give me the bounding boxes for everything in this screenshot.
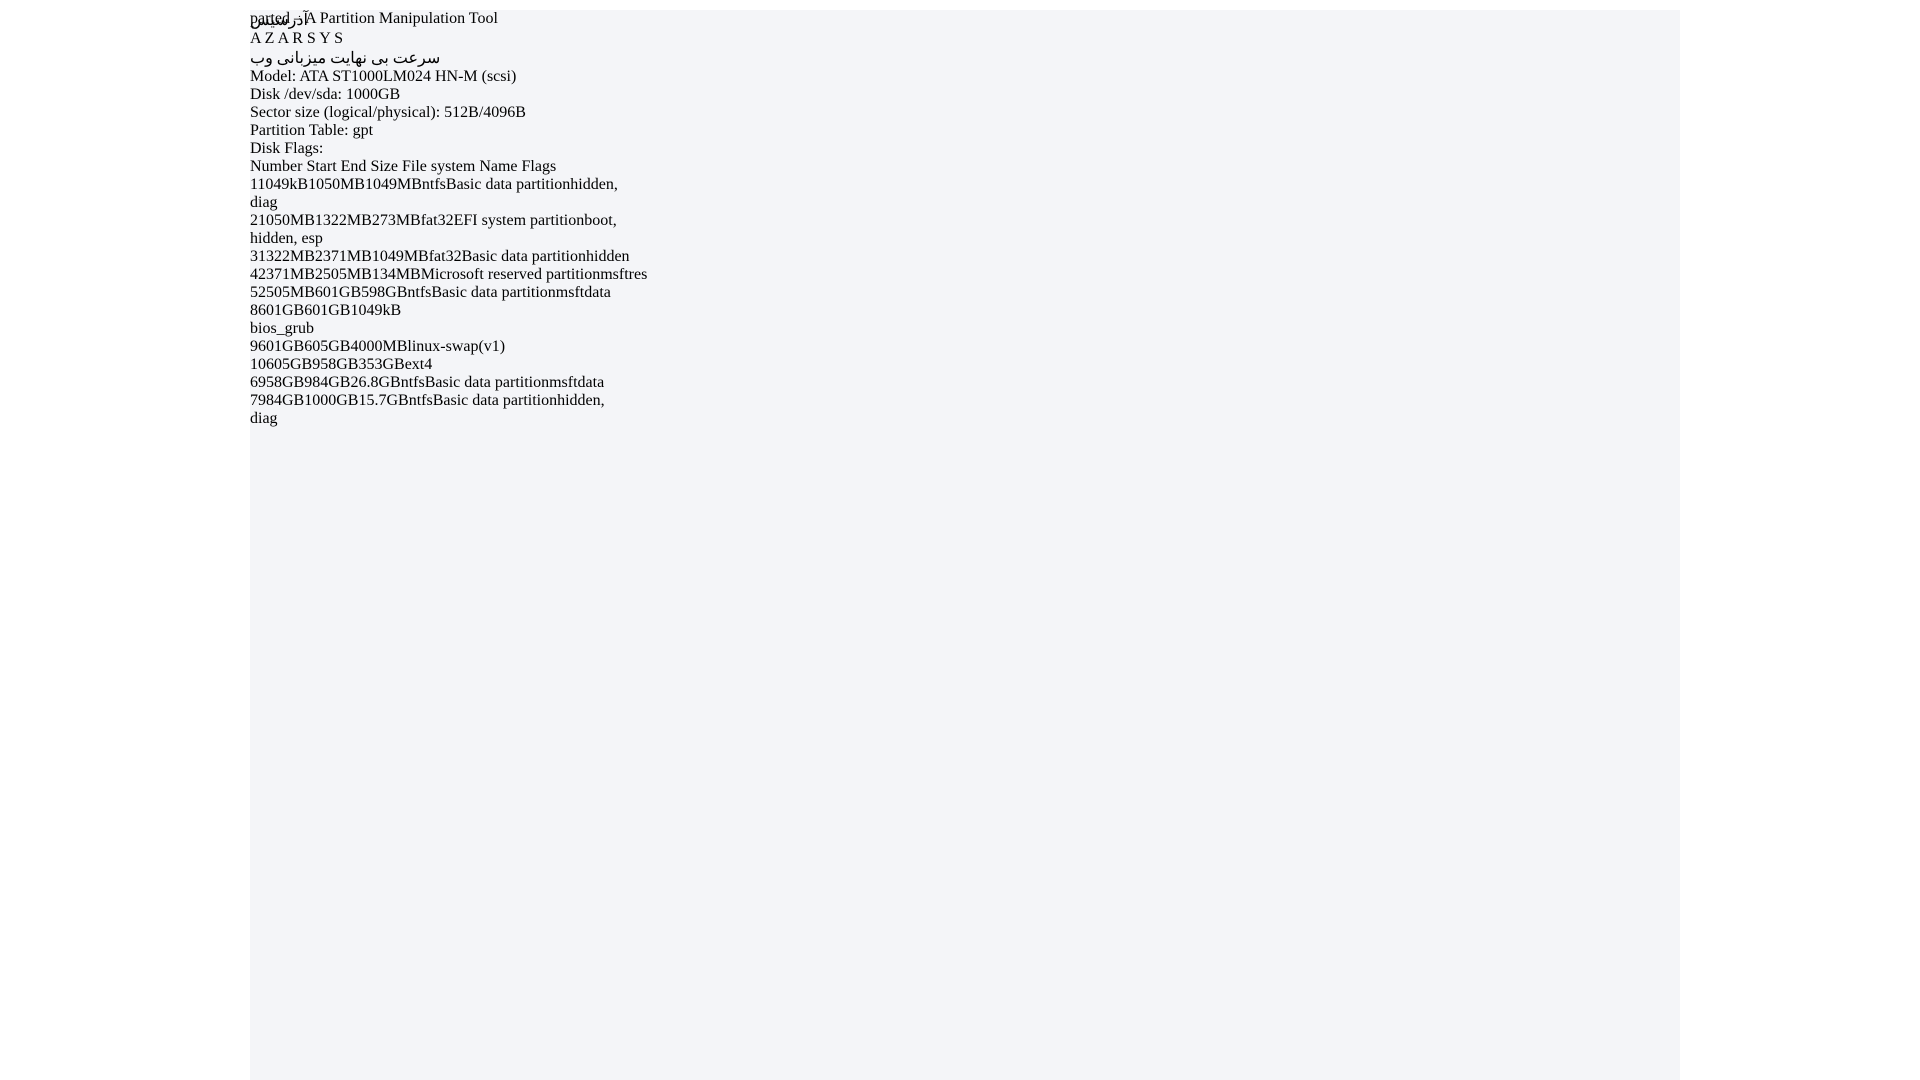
partition-size: 134MB: [371, 266, 421, 283]
partition-number: 6: [250, 374, 258, 391]
partition-flags: msftdata: [555, 284, 611, 301]
partition-flags: hidden,: [557, 392, 605, 409]
app-window: parted – A Partition Manipulation Tool آ…: [250, 10, 1680, 1080]
table-row: 10605GB958GB353GBext4: [250, 356, 1680, 374]
partition-file-system: ext4: [404, 356, 433, 373]
partition-start: 984GB: [258, 392, 305, 409]
partition-size: 15.7GB: [358, 392, 409, 409]
partition-start: 601GB: [258, 338, 305, 355]
partition-end: 605GB: [304, 338, 351, 355]
partition-number: 5: [250, 284, 258, 301]
partition-start: 605GB: [266, 356, 313, 373]
partition-number: 7: [250, 392, 258, 409]
table-header-row: Number Start End Size File system Name F…: [250, 158, 1680, 176]
partition-file-system: ntfs: [408, 392, 433, 409]
disk-model-line: Model: ATA ST1000LM024 HN-M (scsi): [250, 68, 517, 85]
table-row: 9601GB605GB4000MBlinux-swap(v1): [250, 338, 1680, 356]
partition-name: Basic data partition: [461, 248, 586, 265]
partition-file-system: ntfs: [421, 176, 446, 193]
partition-size: 273MB: [371, 212, 421, 229]
table-row: 42371MB2505MB134MBMicrosoft reserved par…: [250, 266, 1680, 284]
table-row: 6958GB984GB26.8GBntfsBasic data partitio…: [250, 374, 1680, 392]
table-row-wrapped-flags: hidden, esp: [250, 230, 323, 247]
partition-file-system: fat32: [428, 248, 462, 265]
partition-number: 8: [250, 302, 258, 319]
table-row: 21050MB1322MB273MBfat32EFI system partit…: [250, 212, 1680, 230]
partition-name: Microsoft reserved partition: [420, 266, 601, 283]
partition-end: 601GB: [314, 284, 362, 301]
table-row-wrapped-flags: bios_grub: [250, 320, 314, 337]
disk-path-line: Disk /dev/sda: 1000GB: [250, 86, 401, 103]
partition-size: 1049kB: [350, 302, 402, 319]
partition-flags: boot,: [584, 212, 617, 229]
sector-size-line: Sector size (logical/physical): 512B/409…: [250, 104, 526, 121]
table-row-wrapped-flags: diag: [250, 410, 278, 427]
partition-number: 10: [250, 356, 266, 373]
partition-name: Basic data partition: [424, 374, 550, 391]
partition-file-system: ntfs: [400, 374, 425, 391]
partition-flags: msftres: [600, 266, 648, 283]
partition-start: 1322MB: [258, 248, 315, 265]
header-file-system: File system: [401, 158, 476, 175]
partition-end: 984GB: [304, 374, 351, 391]
partition-start: 1050MB: [258, 212, 315, 229]
partition-file-system: ntfs: [407, 284, 432, 301]
partition-end: 1050MB: [308, 176, 365, 193]
partition-file-system: fat32: [420, 212, 454, 229]
table-row: 52505MB601GB598GBntfsBasic data partitio…: [250, 284, 1680, 302]
partition-start: 601GB: [258, 302, 305, 319]
partition-start: 2505MB: [258, 284, 315, 301]
partition-number: 3: [250, 248, 258, 265]
partition-start: 1049kB: [257, 176, 309, 193]
partition-name: Basic data partition: [432, 392, 558, 409]
table-row-wrapped-flags: diag: [250, 194, 278, 211]
partition-end: 958GB: [312, 356, 359, 373]
partition-number: 4: [250, 266, 258, 283]
partition-end: 2371MB: [314, 248, 372, 265]
partition-table-body: 11049kB1050MB1049MBntfsBasic data partit…: [250, 176, 1680, 428]
header-name: Name: [479, 158, 518, 175]
partition-name: Basic data partition: [445, 176, 571, 193]
header-flags: Flags: [521, 158, 557, 175]
partition-end: 1000GB: [304, 392, 359, 409]
partition-name: EFI system partition: [453, 212, 585, 229]
watermark-persian-tagline: سرعت بی نهایت میزبانی وب: [250, 50, 441, 67]
partition-number: 9: [250, 338, 258, 355]
partition-end: 601GB: [304, 302, 351, 319]
partition-size: 598GB: [361, 284, 408, 301]
partition-size: 353GB: [358, 356, 405, 373]
partition-flags: hidden,: [570, 176, 618, 193]
partition-size: 1049MB: [371, 248, 429, 265]
window-title: parted – A Partition Manipulation Tool: [250, 10, 498, 27]
title-bar: parted – A Partition Manipulation Tool: [250, 10, 1680, 28]
table-row: 11049kB1050MB1049MBntfsBasic data partit…: [250, 176, 1680, 194]
disk-info-block: Model: ATA ST1000LM024 HN-M (scsi) Disk …: [250, 68, 1680, 158]
partition-number: 2: [250, 212, 258, 229]
header-end: End: [340, 158, 367, 175]
partition-size: 26.8GB: [350, 374, 401, 391]
partition-name: Basic data partition: [431, 284, 556, 301]
partition-size: 4000MB: [350, 338, 408, 355]
partition-file-system: linux-swap(v1): [407, 338, 506, 355]
watermark-latin-text: A Z A R S Y S: [250, 30, 344, 47]
terminal-output: آذرسیس A Z A R S Y S سرعت بی نهایت میزبا…: [250, 10, 1680, 428]
table-row: 8601GB601GB1049kB: [250, 302, 1680, 320]
partition-flags: msftdata: [549, 374, 605, 391]
header-number: Number: [250, 158, 303, 175]
partition-flags: hidden: [586, 248, 630, 265]
table-row: 7984GB1000GB15.7GBntfsBasic data partiti…: [250, 392, 1680, 410]
header-size: Size: [370, 158, 398, 175]
partition-end: 2505MB: [314, 266, 372, 283]
partition-end: 1322MB: [314, 212, 372, 229]
partition-start: 2371MB: [258, 266, 315, 283]
disk-flags-line: Disk Flags:: [250, 140, 324, 157]
partition-size: 1049MB: [364, 176, 422, 193]
table-row: 31322MB2371MB1049MBfat32Basic data parti…: [250, 248, 1680, 266]
partition-table-line: Partition Table: gpt: [250, 122, 374, 139]
header-start: Start: [306, 158, 337, 175]
partition-start: 958GB: [258, 374, 305, 391]
